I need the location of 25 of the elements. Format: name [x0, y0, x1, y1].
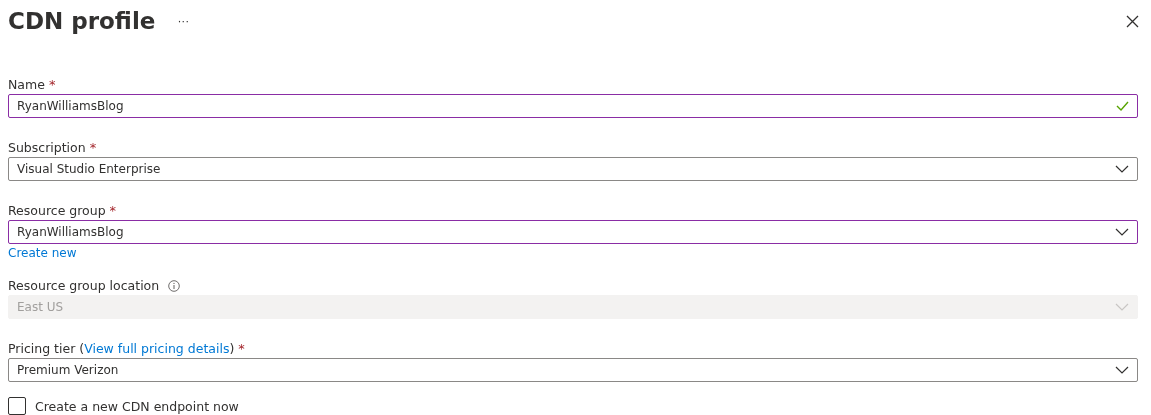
required-asterisk: * — [48, 77, 56, 92]
required-asterisk: * — [89, 140, 97, 155]
more-button[interactable]: ··· — [177, 14, 190, 28]
dropdown[interactable]: Visual Studio Enterprise — [8, 157, 1138, 181]
chevron-down-icon — [1115, 165, 1129, 173]
checkbox[interactable] — [8, 397, 26, 415]
chevron-down-icon — [1115, 366, 1129, 374]
input-field[interactable]: RyanWilliamsBlog — [8, 94, 1138, 118]
create-new-link[interactable]: Create new — [8, 246, 77, 260]
chevron-down-icon — [1115, 303, 1129, 311]
field-label: Pricing tier ( — [8, 341, 85, 356]
required-asterisk: * — [238, 341, 245, 356]
required-asterisk: * — [109, 203, 117, 218]
close-button[interactable] — [1126, 14, 1139, 28]
field-label: ) — [229, 341, 235, 356]
field-label: Resource group location — [8, 278, 160, 293]
field-label: Subscription — [8, 140, 86, 155]
dropdown[interactable]: Premium Verizon — [8, 358, 1138, 382]
field-label: Name — [8, 77, 45, 92]
dropdown[interactable]: RyanWilliamsBlog — [8, 220, 1138, 244]
checkbox-label: Create a new CDN endpoint now — [35, 398, 239, 414]
field-label: Resource group — [8, 203, 106, 218]
panel-title: CDN profile — [8, 8, 156, 34]
pricing-details-link[interactable]: View full pricing details — [84, 341, 230, 356]
chevron-down-icon — [1115, 228, 1129, 236]
